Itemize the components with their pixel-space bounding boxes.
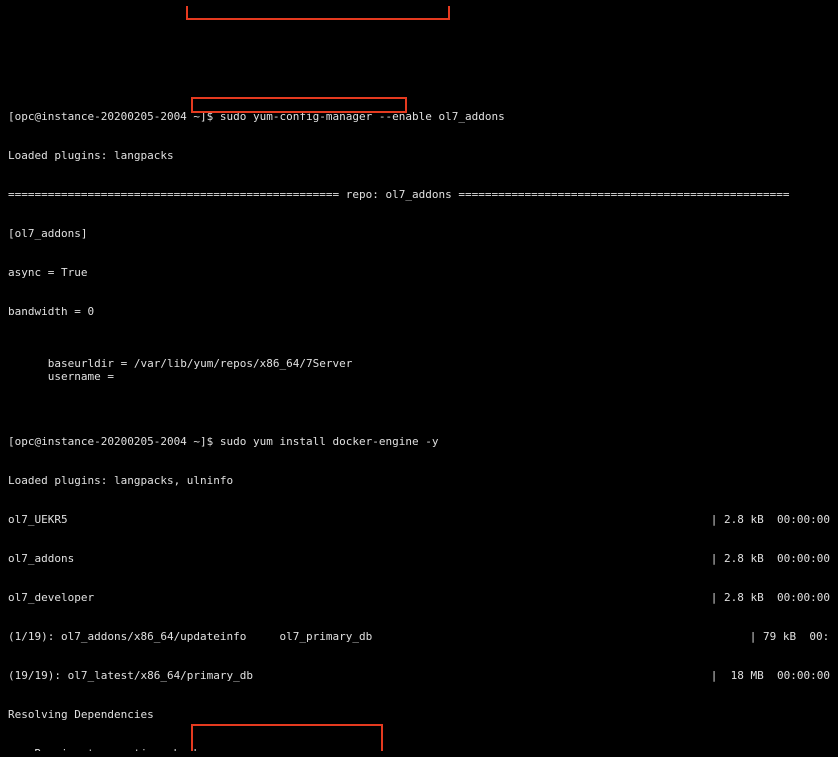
terminal-window: [opc@instance-20200205-2004 ~]$ sudo yum…: [0, 0, 838, 757]
text: async = True: [8, 266, 830, 279]
terminal-output[interactable]: [opc@instance-20200205-2004 ~]$ sudo yum…: [8, 6, 830, 751]
highlight-cmd1: [186, 6, 450, 20]
text: bandwidth = 0: [8, 305, 830, 318]
text-masked: (1/19): ol7_addons/x86_64/updateinfo ol7…: [8, 630, 830, 643]
text: [ol7_addons]: [8, 227, 830, 240]
rule: ========================================…: [8, 188, 830, 201]
repo-row: ol7_UEKR5| 2.8 kB 00:00:00: [8, 513, 830, 526]
text: Resolving Dependencies: [8, 708, 830, 721]
repo-row: ol7_addons| 2.8 kB 00:00:00: [8, 552, 830, 565]
cmd-line-2: [opc@instance-20200205-2004 ~]$ sudo yum…: [8, 435, 830, 448]
repo-row: (19/19): ol7_latest/x86_64/primary_db| 1…: [8, 669, 830, 682]
text: Loaded plugins: langpacks: [8, 149, 830, 162]
text: --> Running transaction check: [8, 747, 830, 751]
text: Loaded plugins: langpacks, ulninfo: [8, 474, 830, 487]
repo-row: ol7_developer| 2.8 kB 00:00:00: [8, 591, 830, 604]
text-masked: baseurldir = /var/lib/yum/repos/x86_64/7…: [8, 344, 830, 396]
cmd-line-1: [opc@instance-20200205-2004 ~]$ sudo yum…: [8, 110, 830, 123]
